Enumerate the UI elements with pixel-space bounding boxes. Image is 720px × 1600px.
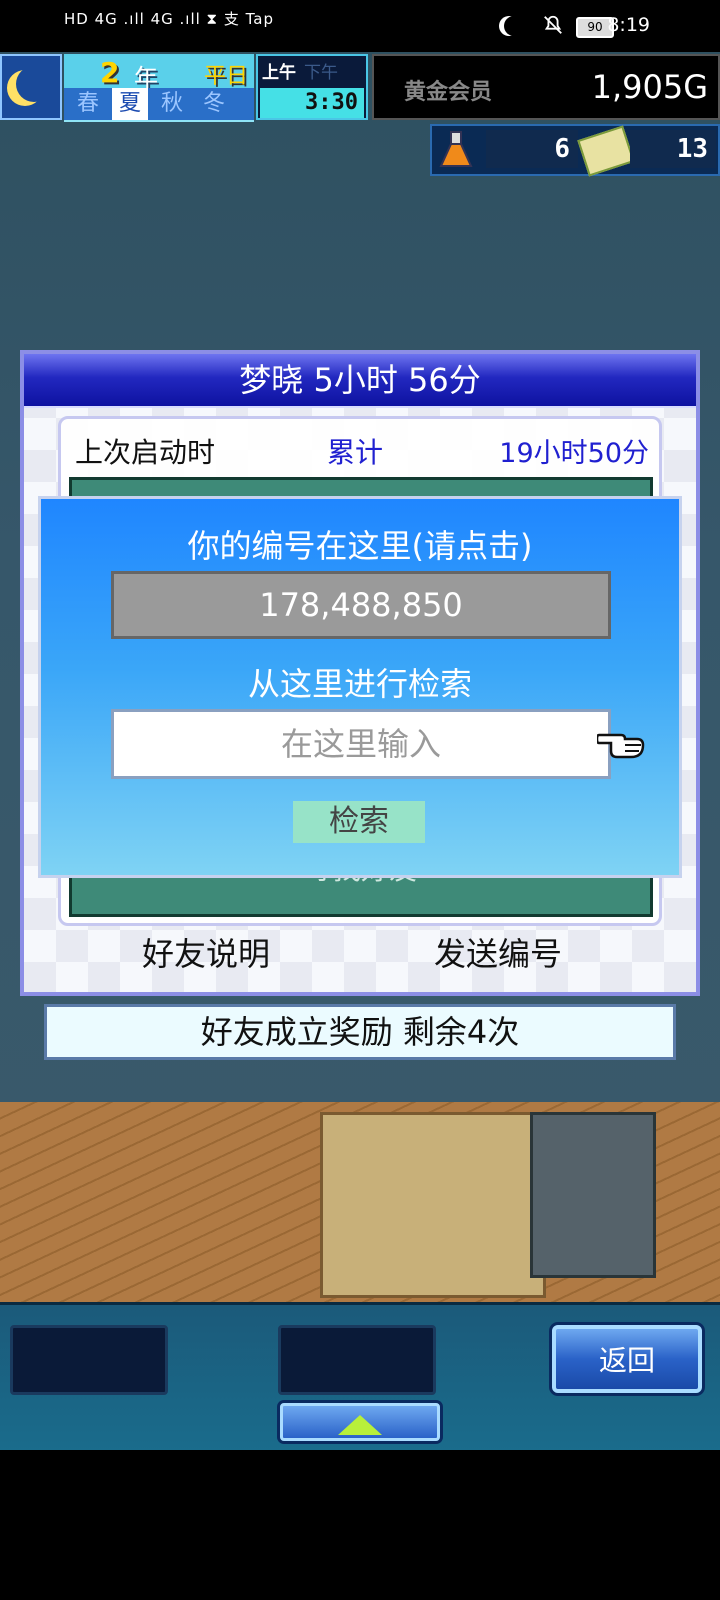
game-clock: 3:30 [260,88,364,118]
total-value: 19小时50分 [499,438,649,469]
system-status-bar: HD 4G .ıll 4G .ıll ⧗ 支 Tap 90 8:19 [0,0,720,52]
pm-label: 下午 [304,63,338,83]
membership-label: 黄金会员 [404,80,493,105]
season-winter: 冬 [202,91,225,116]
friend-help-button[interactable]: 好友说明 [136,928,276,976]
money-value: 1,905G [591,68,708,106]
night-indicator[interactable] [0,54,62,120]
year-number: 2 [100,56,120,89]
toolbar-slot-2[interactable] [278,1325,436,1395]
network-status: HD 4G .ıll 4G .ıll ⧗ 支 Tap [64,10,275,28]
moon-icon [16,66,52,102]
toolbar-slot-1[interactable] [10,1325,168,1395]
bottom-toolbar: 返回 [0,1302,720,1453]
screen-bottom-black [0,1450,720,1600]
scene-room [320,1112,546,1298]
pointing-hand-icon [597,733,645,759]
send-id-button[interactable]: 发送编号 [428,928,568,976]
panel-title: 梦晓 5小时 56分 [24,354,696,408]
resource-bar: 6 13 [430,124,720,177]
time-display: 上午 下午 3:30 [256,54,368,120]
day-type: 平日 [204,64,249,89]
back-button[interactable]: 返回 [552,1325,702,1393]
date-display: 2 年 平日 春夏秋冬 [64,54,254,122]
money-display: 黄金会员 1,905G [372,54,720,120]
am-label: 上午 [262,63,296,83]
status-time: 8:19 [607,14,650,36]
last-launch-label: 上次启动时 [75,436,216,469]
research-points-value: 6 [486,130,578,168]
friend-search-dialog: 你的编号在这里(请点击) 178,488,850 从这里进行检索 检索 [38,496,682,878]
notifications-off-icon [544,15,562,34]
season-summer: 夏 [112,88,148,120]
search-button[interactable]: 检索 [293,801,425,843]
season-autumn: 秋 [160,91,183,116]
friend-bonus-bar: 好友成立奖励 剩余4次 [44,1004,676,1060]
search-label: 从这里进行检索 [247,665,472,703]
tickets-value: 13 [630,130,716,168]
friend-id-input[interactable] [111,709,611,779]
scene-room-dark [530,1112,656,1278]
your-id-label: 你的编号在这里(请点击) [187,527,533,565]
ticket-icon [577,125,635,177]
your-id-field[interactable]: 178,488,850 [111,571,611,639]
expand-menu-button[interactable] [280,1403,440,1441]
arrow-up-icon [338,1415,382,1435]
total-label: 累计 [327,436,384,469]
season-spring: 春 [76,91,99,116]
do-not-disturb-icon [504,16,524,36]
flask-icon [439,131,473,167]
season-row: 春夏秋冬 [64,88,254,120]
